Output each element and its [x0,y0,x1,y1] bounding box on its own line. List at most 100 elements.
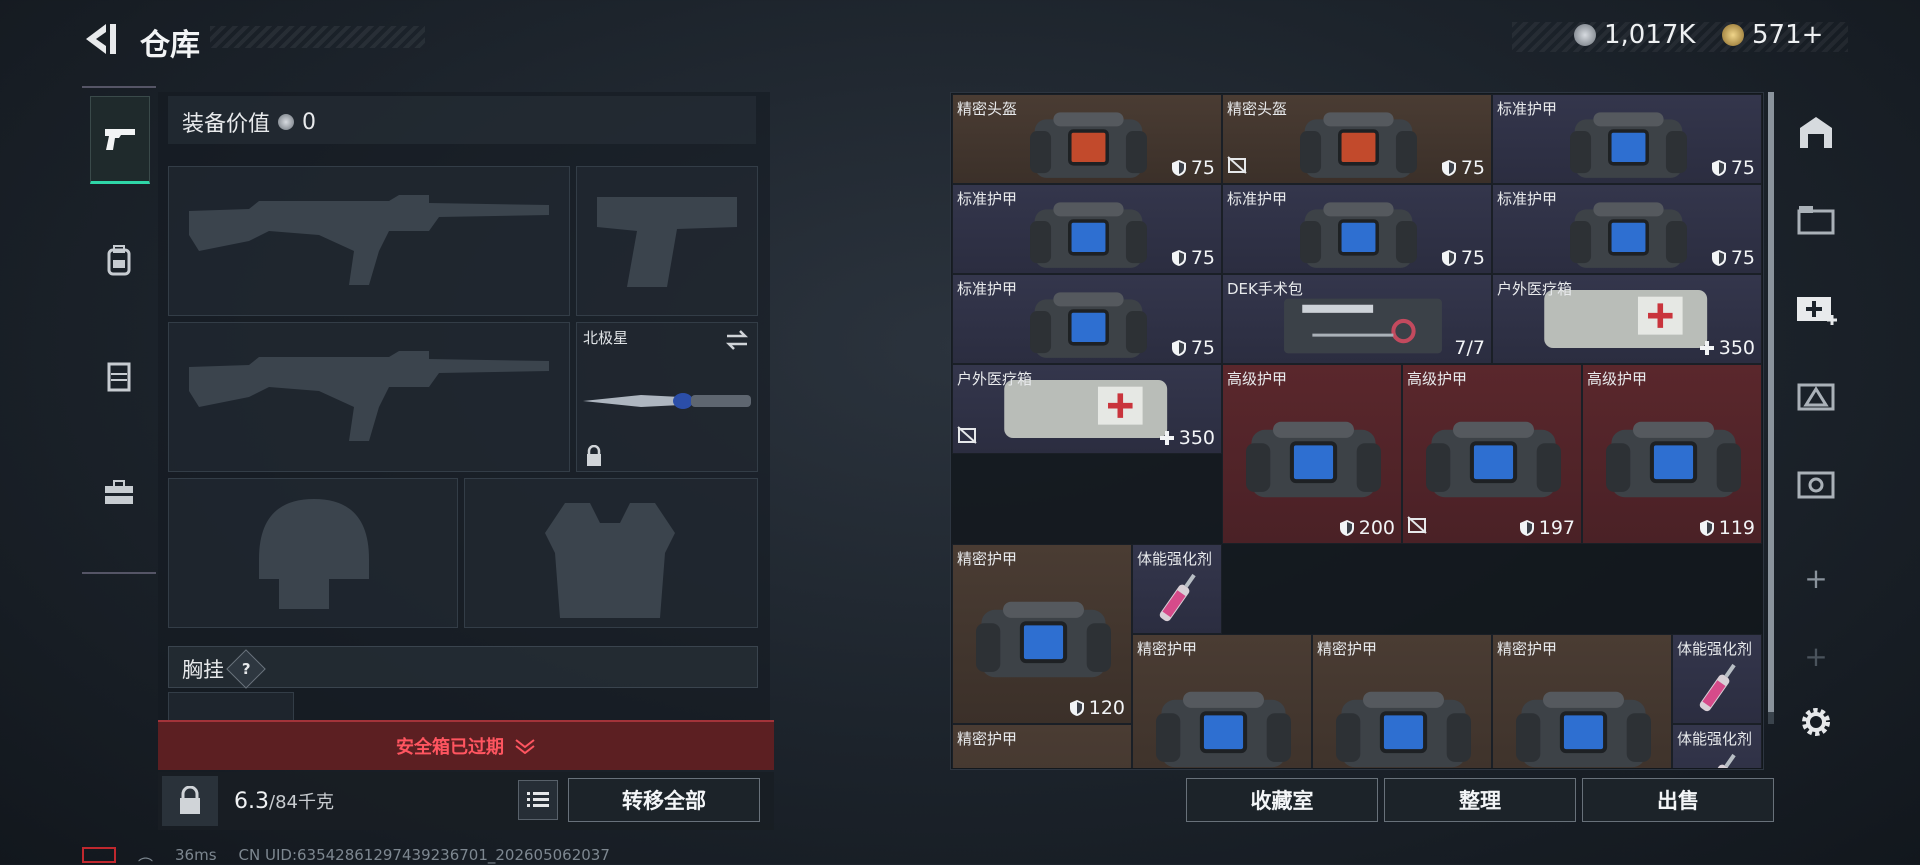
transfer-all-button[interactable]: 转移全部 [568,778,760,822]
melee-slot[interactable]: 北极星 [576,322,758,472]
item-name: 高级护甲 [1587,370,1648,388]
gold-amount: 571+ [1752,20,1824,50]
item-name: DEK手术包 [1227,280,1303,298]
storage-grid: 精密头盔 75 精密头盔 75 标准护甲 75 标准护甲 75 标准护甲 75 … [952,94,1762,768]
storage-tab-4[interactable] [1778,356,1854,436]
inventory-item[interactable]: 户外医疗箱 350 [952,364,1222,454]
storage-tab-all[interactable] [1778,92,1854,172]
item-name: 精密护甲 [957,550,1018,568]
no-sale-icon [1227,156,1247,174]
uid-text: CN UID:6354286129743923670​1_20260506203… [238,845,610,864]
item-name: 标准护甲 [957,280,1018,298]
item-value: 200 [1339,517,1395,539]
item-name: 精密护甲 [1317,640,1378,658]
safebox-expired-text: 安全箱已过期 [396,737,504,758]
sort-button[interactable]: 整理 [1384,778,1576,822]
item-value: 75 [1711,247,1755,269]
heal-plus-icon [1699,341,1714,355]
tab-weapons[interactable] [90,96,150,184]
ping-text: 36ms [175,845,217,864]
inventory-item[interactable]: 精密护甲120 [1132,634,1312,768]
help-icon[interactable]: ? [226,649,266,689]
inventory-item[interactable]: 精密护甲 [952,724,1132,768]
sidearm-slot[interactable] [576,166,758,316]
settings-button[interactable] [1778,682,1854,762]
item-image [1515,691,1651,768]
item-value: 75 [1711,157,1755,179]
back-arrow-icon[interactable] [82,22,122,56]
weight-capacity: /84千克 [269,792,334,813]
storage-tab-5[interactable] [1778,444,1854,524]
chest-rig-label: 胸挂 [182,658,224,682]
inventory-item[interactable]: 标准护甲 75 [952,184,1222,274]
item-image [1155,691,1291,768]
inventory-item[interactable]: 标准护甲 75 [952,274,1222,364]
inventory-item[interactable]: 精密护甲120 [952,544,1132,724]
weight-current: 6.3 [234,789,269,814]
inventory-item[interactable]: 高级护甲 200 [1222,364,1402,544]
inventory-item[interactable]: 体能强化剂 [1672,634,1762,724]
item-image [1699,753,1736,768]
item-image [1335,691,1471,768]
armor-slot[interactable] [464,478,758,628]
add-storage-icon[interactable]: + [1778,538,1854,618]
inventory-item[interactable]: 标准护甲 75 [1492,94,1762,184]
inventory-item[interactable]: DEK手术包 7/7 [1222,274,1492,364]
inventory-item[interactable]: 精密头盔 75 [952,94,1222,184]
gear-icon [1802,708,1830,736]
inventory-item[interactable]: 高级护甲 197 [1402,364,1582,544]
storage-tab-2[interactable] [1778,180,1854,260]
inventory-item[interactable]: 标准护甲 75 [1222,184,1492,274]
item-name: 标准护甲 [1227,190,1288,208]
item-name: 精密护甲 [1137,640,1198,658]
list-icon [527,792,549,807]
helmet-silhouette-icon [259,499,369,609]
tab-toolbox[interactable] [90,450,148,534]
item-name: 精密头盔 [1227,100,1288,118]
item-name: 精密头盔 [957,100,1018,118]
armor-icon [1711,250,1726,266]
primary-weapon-slot[interactable] [168,166,570,316]
inventory-item[interactable]: 精密护甲120 [1312,634,1492,768]
silver-coin-icon [1574,24,1596,46]
silver-amount: 1,017K [1604,20,1696,50]
tab-backpack[interactable] [90,218,148,302]
inventory-item[interactable]: 标准护甲 75 [1492,184,1762,274]
armor-icon [1339,520,1354,536]
safebox-lock-icon [180,786,200,814]
storage-tab-3[interactable] [1778,268,1854,348]
inventory-item[interactable]: 体能强化剂 [1672,724,1762,768]
list-view-button[interactable] [518,780,558,820]
item-value: 75 [1171,157,1215,179]
rifle-silhouette-icon [189,195,549,285]
inventory-item[interactable]: 高级护甲 119 [1582,364,1762,544]
item-image [1605,421,1741,498]
chevron-down-icon [515,739,535,754]
item-image [1699,663,1736,712]
swap-icon[interactable] [725,329,749,351]
grid-scroll-thumb[interactable] [1768,92,1774,712]
inventory-item[interactable]: 精密护甲91 [1492,634,1672,768]
gold-currency[interactable]: 571+ [1722,20,1823,50]
helmet-slot[interactable] [168,478,458,628]
no-sale-marker [1227,156,1247,178]
tab-vest[interactable] [90,334,148,418]
lock-icon [587,445,601,466]
secondary-weapon-slot[interactable] [168,322,570,472]
item-value: 350 [1699,337,1755,359]
item-image [1299,202,1417,268]
silver-currency[interactable]: 1,017K [1574,20,1695,50]
item-value: 7/7 [1454,337,1485,359]
sell-button[interactable]: 出售 [1582,778,1774,822]
item-name: 户外医疗箱 [1497,280,1573,298]
item-value: 75 [1171,337,1215,359]
inventory-item[interactable]: 户外医疗箱 350 [1492,274,1762,364]
inventory-item[interactable]: 体能强化剂 [1132,544,1222,634]
inventory-item[interactable]: 精密头盔 75 [1222,94,1492,184]
safebox-expired-banner[interactable]: 安全箱已过期 [158,720,774,770]
safebox-button[interactable] [162,776,218,826]
armor-silhouette-icon [545,503,675,618]
rifle-silhouette-icon [189,351,549,441]
item-name: 高级护甲 [1227,370,1288,388]
collection-room-button[interactable]: 收藏室 [1186,778,1378,822]
